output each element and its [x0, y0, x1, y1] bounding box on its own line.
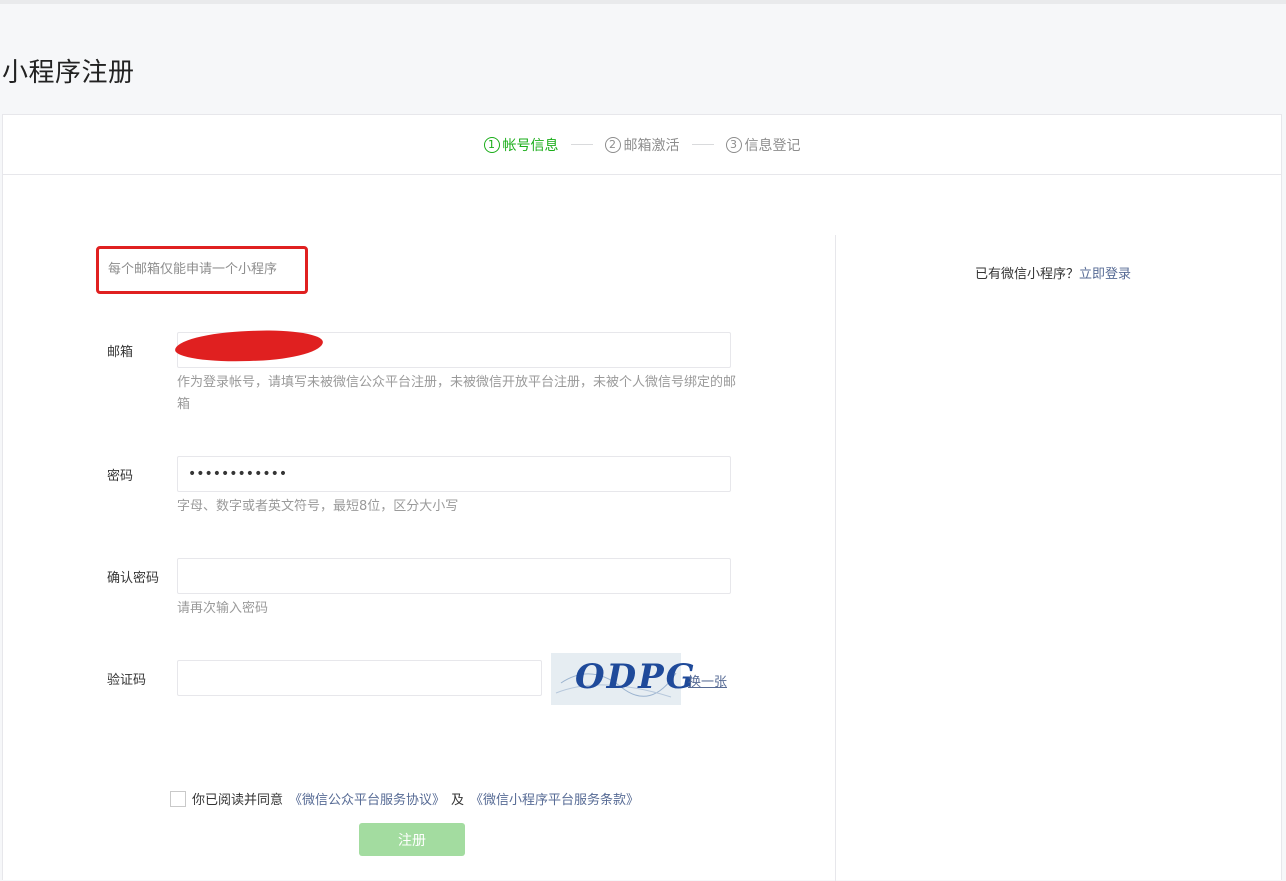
step-label: 帐号信息 — [502, 137, 559, 154]
step-email-activation: 2 邮箱激活 — [604, 135, 680, 155]
password-hint: 字母、数字或者英文符号，最短8位，区分大小写 — [177, 499, 459, 514]
step-number: 3 — [725, 136, 742, 153]
registration-card: 1 帐号信息 2 邮箱激活 3 信息登记 每个邮箱仅能申请一个小程序 已有微信小… — [2, 114, 1282, 881]
step-account-info: 1 帐号信息 — [483, 135, 559, 155]
step-separator — [570, 144, 593, 145]
step-label: 信息登记 — [744, 137, 801, 154]
column-divider — [835, 235, 836, 881]
service-agreement-link[interactable]: 《微信公众平台服务协议》 — [289, 789, 445, 808]
password-label: 密码 — [107, 469, 134, 484]
login-link[interactable]: 立即登录 — [1079, 267, 1131, 282]
step-separator — [691, 144, 714, 145]
captcha-refresh-link[interactable]: 换一张 — [688, 671, 727, 690]
notice-box: 每个邮箱仅能申请一个小程序 — [96, 246, 308, 294]
captcha-image[interactable]: ODPG — [551, 653, 695, 705]
confirm-password-hint: 请再次输入密码 — [177, 601, 269, 616]
email-label: 邮箱 — [107, 345, 134, 360]
step-info-registration: 3 信息登记 — [725, 135, 801, 155]
step-number: 1 — [483, 136, 500, 153]
step-label: 邮箱激活 — [623, 137, 680, 154]
agreement-text: 你已阅读并同意 — [192, 793, 284, 808]
login-prompt-text: 已有微信小程序？ — [975, 267, 1080, 282]
login-prompt: 已有微信小程序？立即登录 — [975, 263, 1131, 282]
captcha-label: 验证码 — [107, 673, 147, 688]
confirm-password-label: 确认密码 — [107, 571, 160, 586]
captcha-text: ODPG — [575, 657, 697, 697]
terms-link[interactable]: 《微信小程序平台服务条款》 — [470, 789, 639, 808]
confirm-password-field[interactable] — [177, 558, 731, 594]
email-hint: 作为登录帐号，请填写未被微信公众平台注册，未被微信开放平台注册，未被个人微信号绑… — [177, 375, 737, 412]
password-field[interactable]: •••••••••••• — [177, 456, 731, 492]
step-number: 2 — [604, 136, 621, 153]
register-button[interactable]: 注册 — [359, 823, 465, 856]
agreement-row: 你已阅读并同意 《微信公众平台服务协议》及《微信小程序平台服务条款》 — [170, 789, 639, 808]
agreement-checkbox[interactable] — [170, 790, 186, 807]
captcha-field[interactable] — [177, 660, 542, 696]
page-title: 小程序注册 — [2, 58, 135, 88]
progress-steps: 1 帐号信息 2 邮箱激活 3 信息登记 — [3, 115, 1281, 175]
agreement-conjunction: 及 — [451, 793, 465, 808]
top-border — [0, 0, 1286, 4]
